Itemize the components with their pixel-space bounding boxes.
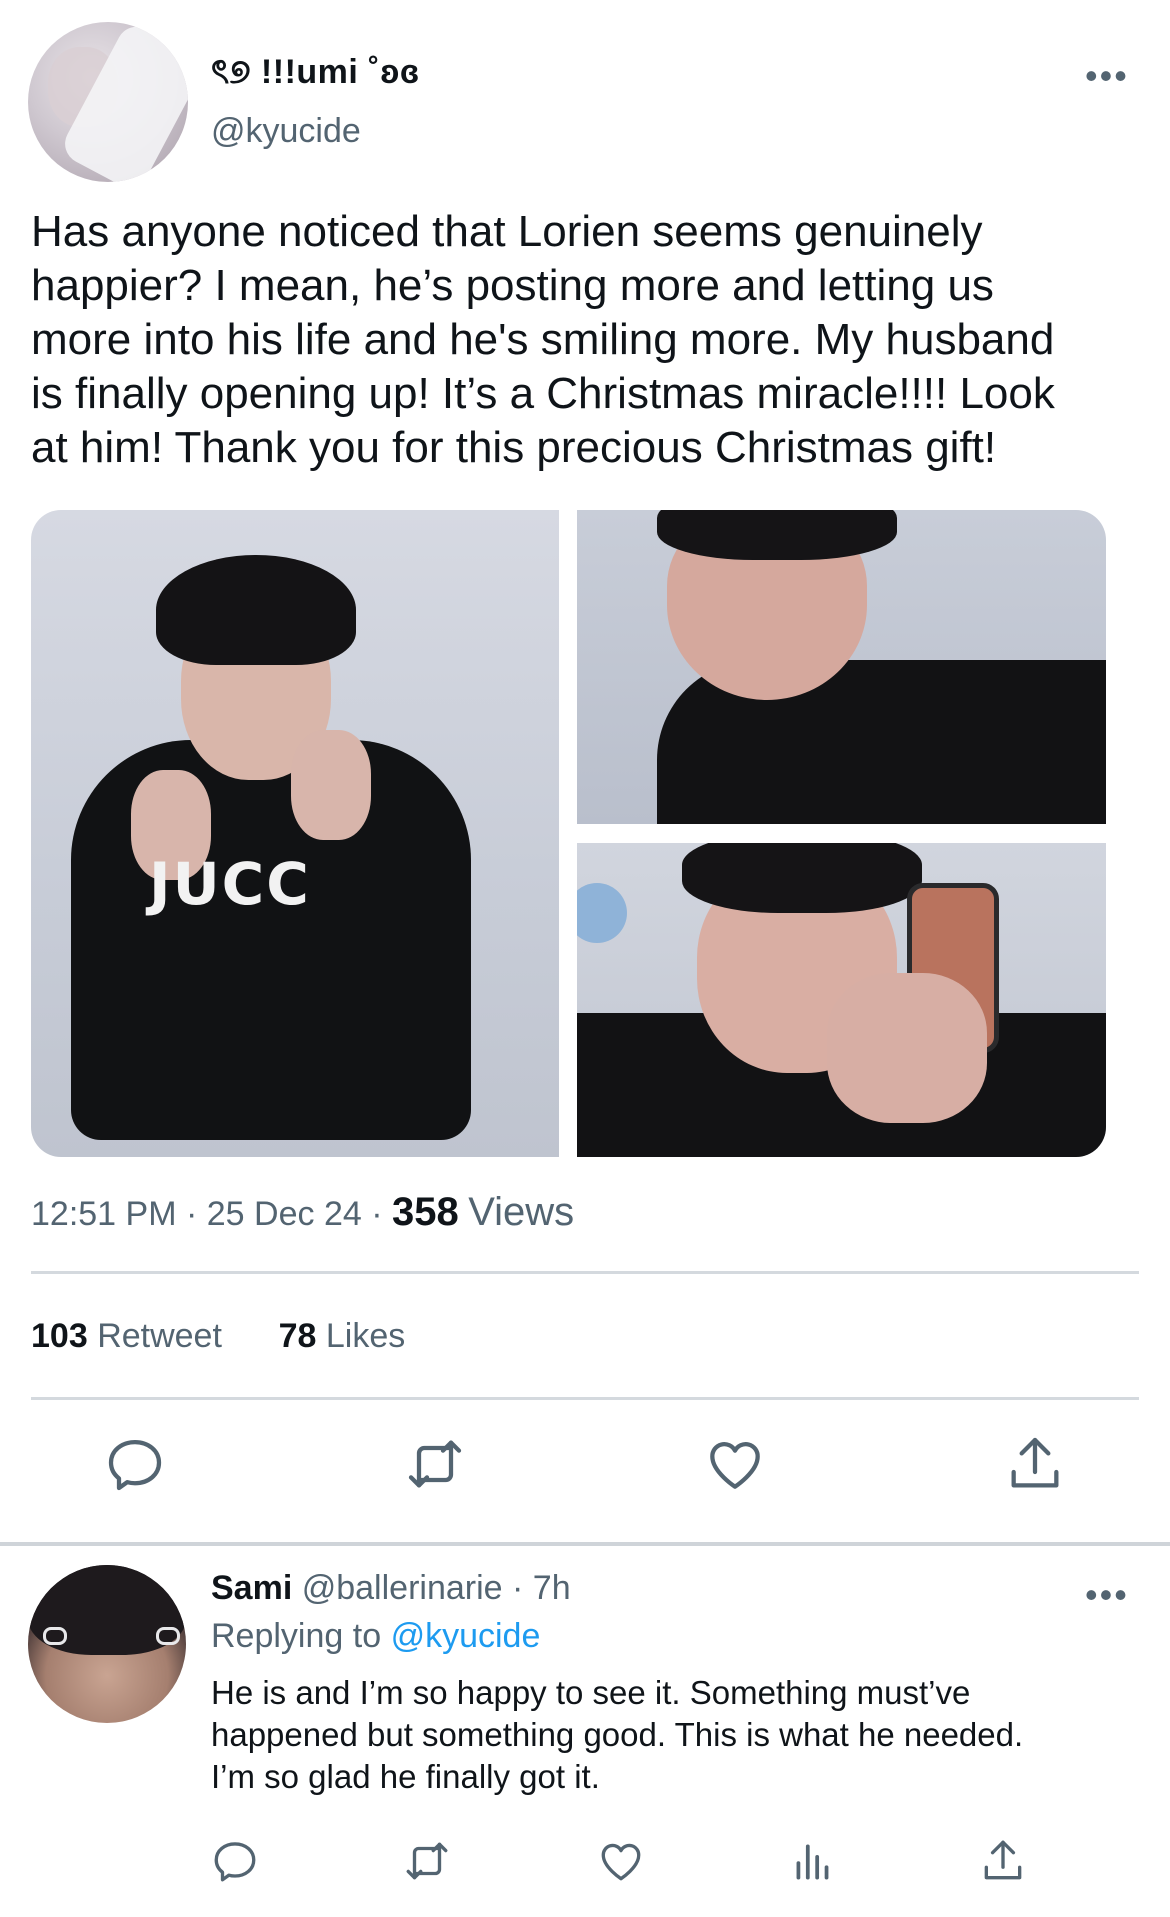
- reply-icon[interactable]: [210, 1836, 260, 1886]
- photo-1[interactable]: JUCC: [31, 510, 559, 1157]
- meta-separator: ·: [185, 1195, 198, 1233]
- like-icon[interactable]: [596, 1836, 646, 1886]
- tweet-meta: 12:51 PM · 25 Dec 24 · 358 Views: [31, 1190, 574, 1235]
- likes-label: Likes: [325, 1317, 406, 1355]
- reply-icon[interactable]: [103, 1432, 167, 1496]
- reply-age: 7h: [532, 1569, 571, 1607]
- divider: [31, 1397, 1139, 1400]
- tweet-time: 12:51 PM: [31, 1195, 177, 1233]
- reply-header: Sami @ballerinarie · 7h: [211, 1569, 571, 1608]
- more-options-icon[interactable]: •••: [1085, 1574, 1129, 1616]
- likes-link[interactable]: 78 Likes: [279, 1317, 406, 1355]
- retweet-icon[interactable]: [403, 1432, 467, 1496]
- author-display-name[interactable]: ৎ୭ !!!umi ˚ʚɞ: [211, 46, 420, 103]
- tweet-text: Has anyone noticed that Lorien seems gen…: [31, 207, 1055, 472]
- divider: [31, 1271, 1139, 1274]
- photo-hair: [682, 843, 922, 913]
- meta-separator: ·: [512, 1569, 524, 1607]
- views-icon[interactable]: [788, 1836, 838, 1886]
- share-icon[interactable]: [978, 1836, 1028, 1886]
- photo-blue-sleeve: [577, 883, 627, 943]
- reply-handle[interactable]: @ballerinarie: [302, 1569, 503, 1607]
- reply-display-name[interactable]: Sami: [211, 1569, 292, 1607]
- more-options-icon[interactable]: •••: [1085, 55, 1129, 97]
- bow-icon: [43, 1627, 67, 1645]
- likes-count: 78: [278, 1317, 317, 1355]
- retweet-count: 103: [31, 1317, 88, 1355]
- retweets-link[interactable]: 103 Retweet: [31, 1317, 222, 1355]
- hoodie-logo: JUCC: [149, 850, 311, 918]
- retweet-label: Retweet: [97, 1317, 222, 1355]
- photo-hand-right: [291, 730, 371, 840]
- retweet-icon[interactable]: [402, 1836, 452, 1886]
- views-label: Views: [468, 1190, 575, 1234]
- photo-3[interactable]: [577, 843, 1106, 1157]
- tweet-media-grid[interactable]: JUCC: [31, 510, 1106, 1157]
- meta-separator: ·: [371, 1195, 383, 1233]
- reply-text: He is and I’m so happy to see it. Someth…: [211, 1674, 1024, 1795]
- tweet-date: 25 Dec 24: [206, 1195, 362, 1233]
- photo-2[interactable]: [577, 510, 1106, 824]
- author-avatar[interactable]: [28, 22, 188, 182]
- share-icon[interactable]: [1003, 1432, 1067, 1496]
- replying-to: Replying to @kyucide: [211, 1617, 540, 1656]
- author-handle[interactable]: @kyucide: [211, 112, 361, 151]
- replying-to-label: Replying to: [211, 1617, 382, 1655]
- photo-hands: [827, 973, 987, 1123]
- photo-hair: [657, 510, 897, 560]
- reply-author-avatar[interactable]: [28, 1565, 186, 1723]
- photo-hair: [156, 555, 356, 665]
- views-count: 358: [392, 1190, 459, 1234]
- bow-icon: [156, 1627, 180, 1645]
- divider: [0, 1542, 1170, 1546]
- replying-to-handle-link[interactable]: @kyucide: [391, 1617, 541, 1655]
- photo-hoodie: [71, 740, 471, 1140]
- engagement-stats: 103 Retweet 78 Likes: [31, 1317, 405, 1356]
- like-icon[interactable]: [703, 1432, 767, 1496]
